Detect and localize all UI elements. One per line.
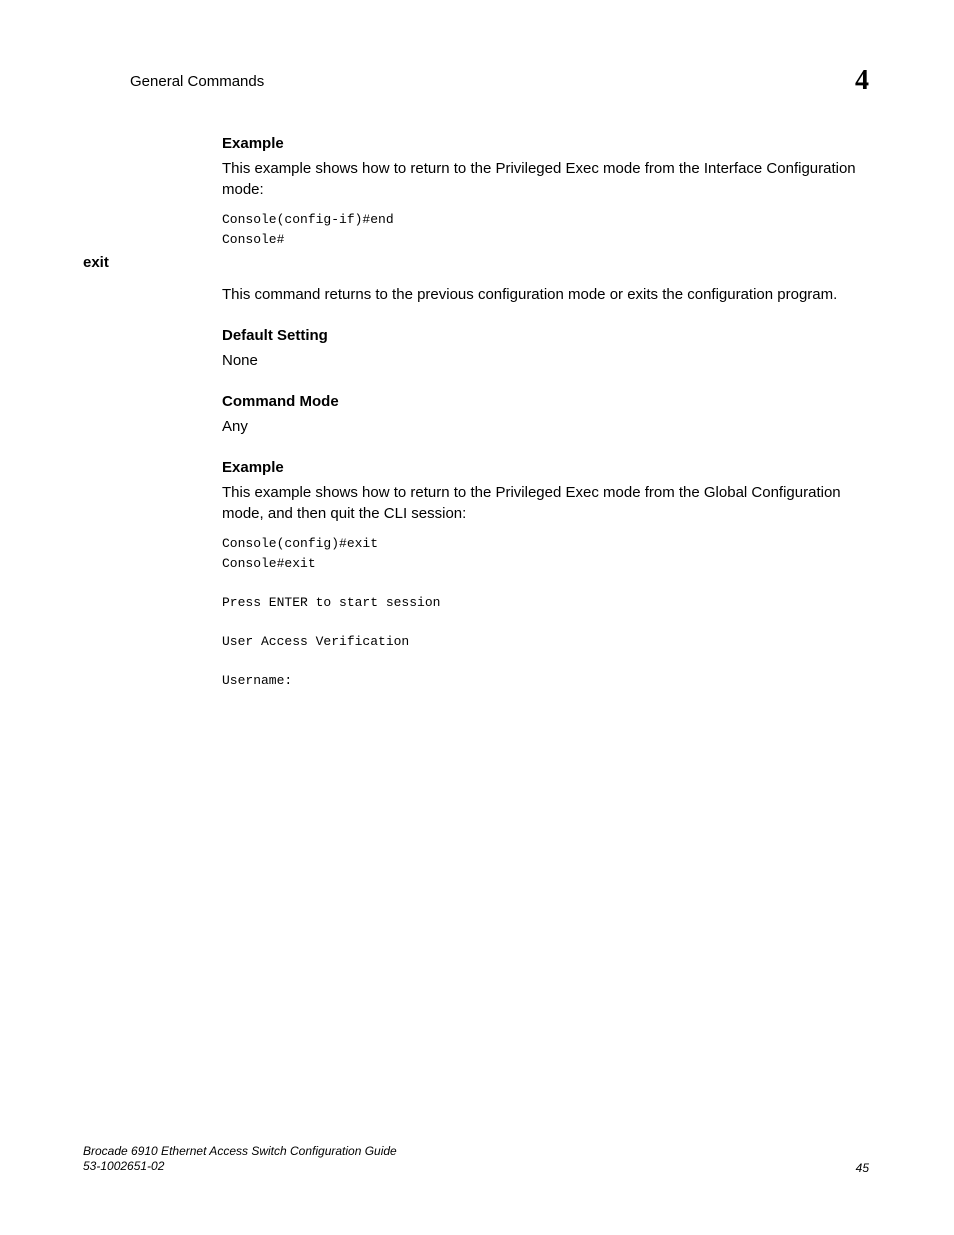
chapter-number: 4	[855, 65, 869, 97]
default-setting-heading: Default Setting	[222, 327, 869, 344]
command-mode-section: Command Mode Any	[222, 393, 869, 437]
example-code-1: Console(config-if)#end Console#	[222, 210, 869, 249]
content-body: Example This example shows how to return…	[222, 135, 869, 712]
header-title: General Commands	[130, 73, 264, 90]
example-section-1: Example This example shows how to return…	[222, 135, 869, 249]
example-heading-1: Example	[222, 135, 869, 152]
exit-side-heading: exit	[83, 254, 109, 271]
exit-description-text: This command returns to the previous con…	[222, 284, 869, 305]
footer-doc-number: 53-1002651-02	[83, 1159, 397, 1175]
page-footer: Brocade 6910 Ethernet Access Switch Conf…	[83, 1144, 869, 1175]
footer-left: Brocade 6910 Ethernet Access Switch Conf…	[83, 1144, 397, 1175]
exit-description: This command returns to the previous con…	[222, 284, 869, 305]
command-mode-value: Any	[222, 416, 869, 437]
example-text-2: This example shows how to return to the …	[222, 482, 869, 524]
default-setting-value: None	[222, 350, 869, 371]
example-text-1: This example shows how to return to the …	[222, 158, 869, 200]
footer-guide-title: Brocade 6910 Ethernet Access Switch Conf…	[83, 1144, 397, 1160]
default-setting-section: Default Setting None	[222, 327, 869, 371]
example-heading-2: Example	[222, 459, 869, 476]
page-header: General Commands 4	[130, 65, 869, 97]
example-code-2: Console(config)#exit Console#exit Press …	[222, 534, 869, 690]
example-section-2: Example This example shows how to return…	[222, 459, 869, 690]
command-mode-heading: Command Mode	[222, 393, 869, 410]
footer-page-number: 45	[856, 1161, 869, 1175]
